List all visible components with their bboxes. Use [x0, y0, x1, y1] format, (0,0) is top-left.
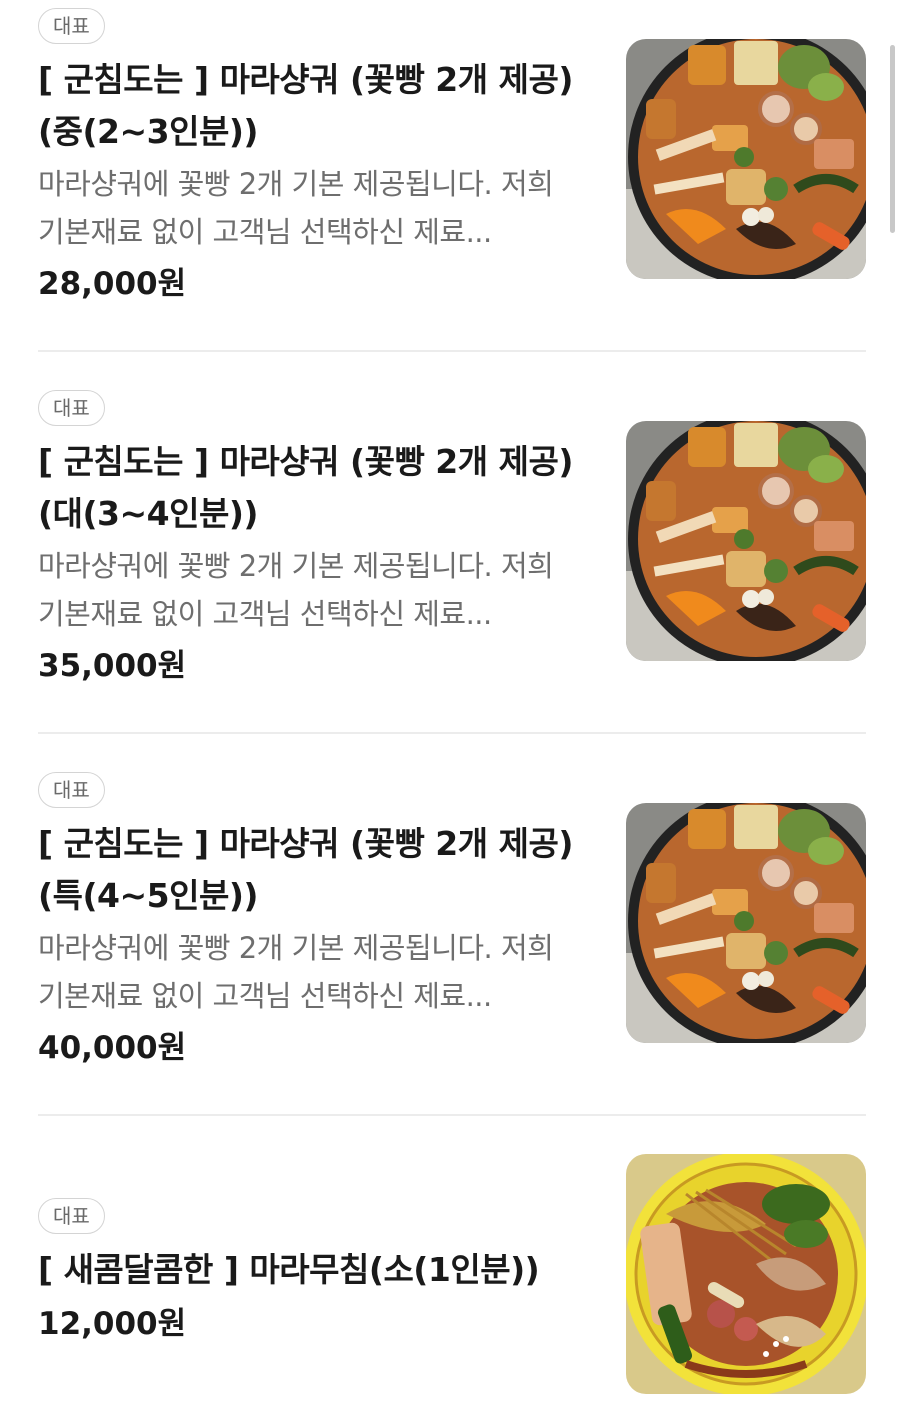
menu-list: 대표 [ 군침도는 ] 마라샹궈 (꽃빵 2개 제공)(중(2~3인분)) 마라…: [0, 0, 900, 1413]
menu-item-description: 마라샹궈에 꽃빵 2개 기본 제공됩니다. 저희 기본재료 없이 고객님 선택하…: [38, 549, 554, 631]
divider: [38, 732, 866, 734]
divider: [38, 1114, 866, 1116]
signature-badge: 대표: [38, 772, 105, 808]
menu-item[interactable]: 대표 [ 새콤달콤한 ] 마라무침(소(1인분)) 12,000원: [38, 1154, 866, 1394]
signature-badge: 대표: [38, 8, 105, 44]
menu-item-description: 마라샹궈에 꽃빵 2개 기본 제공됩니다. 저희 기본재료 없이 고객님 선택하…: [38, 167, 554, 249]
signature-badge: 대표: [38, 390, 105, 426]
menu-item-description: 마라샹궈에 꽃빵 2개 기본 제공됩니다. 저희 기본재료 없이 고객님 선택하…: [38, 931, 554, 1013]
menu-item-title: [ 군침도는 ] 마라샹궈 (꽃빵 2개 제공)(특(4~5인분)): [38, 824, 573, 915]
menu-item-photo[interactable]: [626, 803, 866, 1043]
scrollbar[interactable]: [890, 45, 895, 233]
menu-item[interactable]: 대표 [ 군침도는 ] 마라샹궈 (꽃빵 2개 제공)(대(3~4인분)) 마라…: [38, 390, 866, 688]
menu-item[interactable]: 대표 [ 군침도는 ] 마라샹궈 (꽃빵 2개 제공)(중(2~3인분)) 마라…: [38, 8, 866, 306]
menu-item-title: [ 군침도는 ] 마라샹궈 (꽃빵 2개 제공)(대(3~4인분)): [38, 442, 573, 533]
menu-item[interactable]: 대표 [ 군침도는 ] 마라샹궈 (꽃빵 2개 제공)(특(4~5인분)) 마라…: [38, 772, 866, 1070]
menu-item-photo[interactable]: [626, 39, 866, 279]
menu-item-title: [ 군침도는 ] 마라샹궈 (꽃빵 2개 제공)(중(2~3인분)): [38, 60, 573, 151]
signature-badge: 대표: [38, 1198, 105, 1234]
menu-item-photo[interactable]: [626, 421, 866, 661]
menu-item-title: [ 새콤달콤한 ] 마라무침(소(1인분)): [38, 1250, 540, 1289]
divider: [38, 350, 866, 352]
menu-item-photo[interactable]: [626, 1154, 866, 1394]
